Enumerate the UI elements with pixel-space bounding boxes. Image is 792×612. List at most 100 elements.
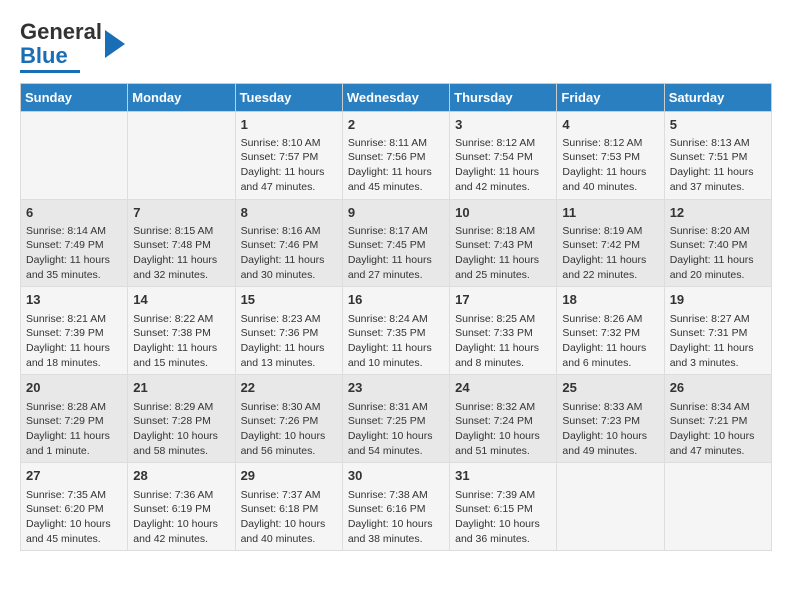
day-info: Sunset: 6:18 PM <box>241 502 337 517</box>
day-number: 9 <box>348 204 444 222</box>
day-info: Sunrise: 8:26 AM <box>562 312 658 327</box>
day-number: 7 <box>133 204 229 222</box>
day-info: Sunset: 7:56 PM <box>348 150 444 165</box>
calendar-cell: 19Sunrise: 8:27 AMSunset: 7:31 PMDayligh… <box>664 287 771 375</box>
day-number: 23 <box>348 379 444 397</box>
calendar-cell: 4Sunrise: 8:12 AMSunset: 7:53 PMDaylight… <box>557 111 664 199</box>
day-info: Sunrise: 8:25 AM <box>455 312 551 327</box>
day-info: Daylight: 10 hours and 49 minutes. <box>562 429 658 458</box>
day-info: Daylight: 11 hours and 42 minutes. <box>455 165 551 194</box>
calendar-cell: 21Sunrise: 8:29 AMSunset: 7:28 PMDayligh… <box>128 375 235 463</box>
column-header-monday: Monday <box>128 83 235 111</box>
calendar-cell: 16Sunrise: 8:24 AMSunset: 7:35 PMDayligh… <box>342 287 449 375</box>
day-info: Sunset: 6:20 PM <box>26 502 122 517</box>
day-number: 8 <box>241 204 337 222</box>
day-info: Sunrise: 8:32 AM <box>455 400 551 415</box>
calendar-cell: 9Sunrise: 8:17 AMSunset: 7:45 PMDaylight… <box>342 199 449 287</box>
day-info: Sunset: 7:42 PM <box>562 238 658 253</box>
day-info: Sunrise: 8:24 AM <box>348 312 444 327</box>
day-info: Daylight: 11 hours and 30 minutes. <box>241 253 337 282</box>
day-info: Daylight: 10 hours and 47 minutes. <box>670 429 766 458</box>
day-info: Daylight: 11 hours and 3 minutes. <box>670 341 766 370</box>
calendar-week-row: 1Sunrise: 8:10 AMSunset: 7:57 PMDaylight… <box>21 111 772 199</box>
day-info: Sunset: 7:29 PM <box>26 414 122 429</box>
calendar-week-row: 27Sunrise: 7:35 AMSunset: 6:20 PMDayligh… <box>21 463 772 551</box>
calendar-cell: 3Sunrise: 8:12 AMSunset: 7:54 PMDaylight… <box>450 111 557 199</box>
day-info: Daylight: 11 hours and 25 minutes. <box>455 253 551 282</box>
day-info: Sunrise: 7:35 AM <box>26 488 122 503</box>
day-number: 13 <box>26 291 122 309</box>
calendar-cell: 7Sunrise: 8:15 AMSunset: 7:48 PMDaylight… <box>128 199 235 287</box>
day-number: 22 <box>241 379 337 397</box>
day-info: Sunset: 7:57 PM <box>241 150 337 165</box>
day-info: Sunrise: 8:34 AM <box>670 400 766 415</box>
day-info: Daylight: 10 hours and 58 minutes. <box>133 429 229 458</box>
day-info: Daylight: 11 hours and 22 minutes. <box>562 253 658 282</box>
page-header: General Blue <box>20 20 772 73</box>
day-number: 5 <box>670 116 766 134</box>
day-info: Sunrise: 8:30 AM <box>241 400 337 415</box>
calendar-cell: 15Sunrise: 8:23 AMSunset: 7:36 PMDayligh… <box>235 287 342 375</box>
calendar-cell: 25Sunrise: 8:33 AMSunset: 7:23 PMDayligh… <box>557 375 664 463</box>
day-info: Sunset: 7:31 PM <box>670 326 766 341</box>
day-info: Sunrise: 8:20 AM <box>670 224 766 239</box>
day-number: 2 <box>348 116 444 134</box>
day-info: Sunrise: 8:28 AM <box>26 400 122 415</box>
calendar-cell: 31Sunrise: 7:39 AMSunset: 6:15 PMDayligh… <box>450 463 557 551</box>
logo-blue: Blue <box>20 43 68 68</box>
logo-arrow-icon <box>105 30 125 58</box>
day-info: Sunset: 7:21 PM <box>670 414 766 429</box>
calendar-cell: 20Sunrise: 8:28 AMSunset: 7:29 PMDayligh… <box>21 375 128 463</box>
day-info: Sunrise: 7:39 AM <box>455 488 551 503</box>
day-info: Sunset: 7:43 PM <box>455 238 551 253</box>
day-info: Sunset: 7:39 PM <box>26 326 122 341</box>
day-number: 1 <box>241 116 337 134</box>
logo-underline <box>20 70 80 73</box>
day-info: Daylight: 10 hours and 54 minutes. <box>348 429 444 458</box>
day-info: Sunset: 7:54 PM <box>455 150 551 165</box>
day-number: 25 <box>562 379 658 397</box>
day-info: Sunset: 6:16 PM <box>348 502 444 517</box>
day-info: Sunset: 6:19 PM <box>133 502 229 517</box>
day-number: 21 <box>133 379 229 397</box>
day-info: Sunset: 7:40 PM <box>670 238 766 253</box>
calendar-cell: 26 Sunrise: 8:34 AMSunset: 7:21 PMDayligh… <box>664 375 771 463</box>
day-info: Sunrise: 8:10 AM <box>241 136 337 151</box>
day-number: 12 <box>670 204 766 222</box>
day-info: Daylight: 11 hours and 10 minutes. <box>348 341 444 370</box>
day-info: Daylight: 11 hours and 40 minutes. <box>562 165 658 194</box>
column-header-saturday: Saturday <box>664 83 771 111</box>
day-info: Daylight: 11 hours and 47 minutes. <box>241 165 337 194</box>
day-info: Sunset: 7:28 PM <box>133 414 229 429</box>
day-info: Sunset: 7:49 PM <box>26 238 122 253</box>
day-info: Sunset: 7:36 PM <box>241 326 337 341</box>
day-number: 15 <box>241 291 337 309</box>
calendar-cell <box>21 111 128 199</box>
day-number: 26 <box>670 379 766 397</box>
day-info: Sunset: 7:26 PM <box>241 414 337 429</box>
logo-general: General <box>20 19 102 44</box>
day-info: Sunrise: 8:31 AM <box>348 400 444 415</box>
calendar-cell: 13Sunrise: 8:21 AMSunset: 7:39 PMDayligh… <box>21 287 128 375</box>
day-number: 6 <box>26 204 122 222</box>
calendar-cell: 18Sunrise: 8:26 AMSunset: 7:32 PMDayligh… <box>557 287 664 375</box>
day-info: Daylight: 10 hours and 36 minutes. <box>455 517 551 546</box>
calendar-cell: 2Sunrise: 8:11 AMSunset: 7:56 PMDaylight… <box>342 111 449 199</box>
calendar-header-row: SundayMondayTuesdayWednesdayThursdayFrid… <box>21 83 772 111</box>
day-info: Sunset: 7:33 PM <box>455 326 551 341</box>
day-info: Daylight: 11 hours and 37 minutes. <box>670 165 766 194</box>
day-number: 4 <box>562 116 658 134</box>
day-info: Sunset: 7:53 PM <box>562 150 658 165</box>
day-info: Daylight: 11 hours and 27 minutes. <box>348 253 444 282</box>
day-number: 24 <box>455 379 551 397</box>
day-info: Daylight: 11 hours and 13 minutes. <box>241 341 337 370</box>
column-header-friday: Friday <box>557 83 664 111</box>
calendar-table: SundayMondayTuesdayWednesdayThursdayFrid… <box>20 83 772 552</box>
day-info: Sunrise: 7:38 AM <box>348 488 444 503</box>
calendar-cell <box>557 463 664 551</box>
day-info: Sunrise: 8:11 AM <box>348 136 444 151</box>
day-info: Sunset: 7:51 PM <box>670 150 766 165</box>
calendar-cell: 30Sunrise: 7:38 AMSunset: 6:16 PMDayligh… <box>342 463 449 551</box>
day-info: Sunset: 7:35 PM <box>348 326 444 341</box>
day-info: Daylight: 11 hours and 1 minute. <box>26 429 122 458</box>
